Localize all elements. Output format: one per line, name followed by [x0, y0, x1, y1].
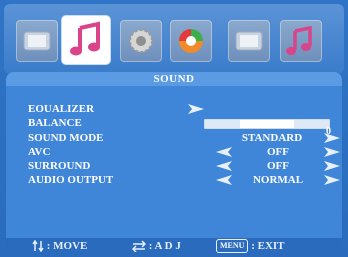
menu-item-sound-mode[interactable]: SOUND MODE STANDARD [28, 131, 340, 145]
arrow-right-icon[interactable] [188, 104, 204, 114]
adjust-hint: : A D J [131, 239, 181, 253]
menu-item-balance[interactable]: BALANCE 0 [28, 116, 331, 137]
menu-tab-bar [4, 4, 344, 74]
tab-sound[interactable] [62, 16, 110, 64]
move-label: : MOVE [46, 240, 88, 252]
menu-item-audio-output[interactable]: AUDIO OUTPUT NORMAL [28, 173, 340, 187]
osd-frame: SOUND EOUALIZER BALANCE 0 SOUND MODE STA… [0, 0, 348, 257]
arrow-right-icon[interactable] [324, 161, 340, 171]
tab-color[interactable] [170, 20, 212, 62]
menu-item-value: NORMAL [252, 174, 304, 186]
tab-settings[interactable] [120, 20, 162, 62]
menu-item-value: OFF [267, 160, 289, 172]
settings-gear-icon [129, 29, 153, 53]
move-hint: : MOVE [32, 239, 87, 253]
picture-icon [23, 31, 51, 51]
menu-item-label: EOUALIZER [28, 103, 95, 115]
up-down-arrows-icon [32, 240, 44, 253]
menu-title: SOUND [153, 73, 195, 85]
tab-picture[interactable] [16, 20, 58, 62]
exit-hint: MENU : EXIT [216, 239, 285, 254]
menu-item-label: BALANCE [28, 117, 82, 129]
exit-label: : EXIT [251, 240, 285, 252]
menu-item-equalizer[interactable]: EOUALIZER [28, 102, 328, 116]
arrow-left-icon[interactable] [216, 175, 232, 185]
menu-item-value: OFF [267, 146, 289, 158]
balance-slider-fill [240, 120, 294, 128]
tab-sound-2[interactable] [280, 20, 322, 62]
balance-slider[interactable] [204, 119, 330, 129]
help-footer: : MOVE : A D J MENU : EXIT [6, 238, 342, 255]
arrow-right-icon[interactable] [324, 175, 340, 185]
menu-item-value: STANDARD [241, 132, 303, 144]
arrow-left-icon[interactable] [216, 147, 232, 157]
arrow-left-icon[interactable] [216, 161, 232, 171]
menu-item-surround[interactable]: SURROUND OFF [28, 159, 340, 173]
tab-picture-2[interactable] [228, 20, 270, 62]
menu-item-label: AVC [28, 146, 51, 158]
sound-menu-panel: SOUND EOUALIZER BALANCE 0 SOUND MODE STA… [6, 72, 342, 255]
picture-icon [235, 31, 263, 51]
menu-title-bar: SOUND [6, 72, 342, 86]
menu-item-label: AUDIO OUTPUT [28, 174, 114, 186]
menu-item-label: SURROUND [28, 160, 91, 172]
menu-item-label: SOUND MODE [28, 132, 104, 144]
sound-music-icon [286, 25, 312, 55]
menu-key-badge: MENU [216, 239, 249, 254]
arrow-right-icon[interactable] [324, 133, 340, 143]
sound-music-icon [70, 21, 100, 56]
adjust-label: : A D J [148, 240, 181, 252]
color-disc-icon [179, 29, 203, 53]
arrow-right-icon[interactable] [324, 147, 340, 157]
left-right-arrows-icon [131, 240, 147, 253]
menu-item-avc[interactable]: AVC OFF [28, 145, 340, 159]
